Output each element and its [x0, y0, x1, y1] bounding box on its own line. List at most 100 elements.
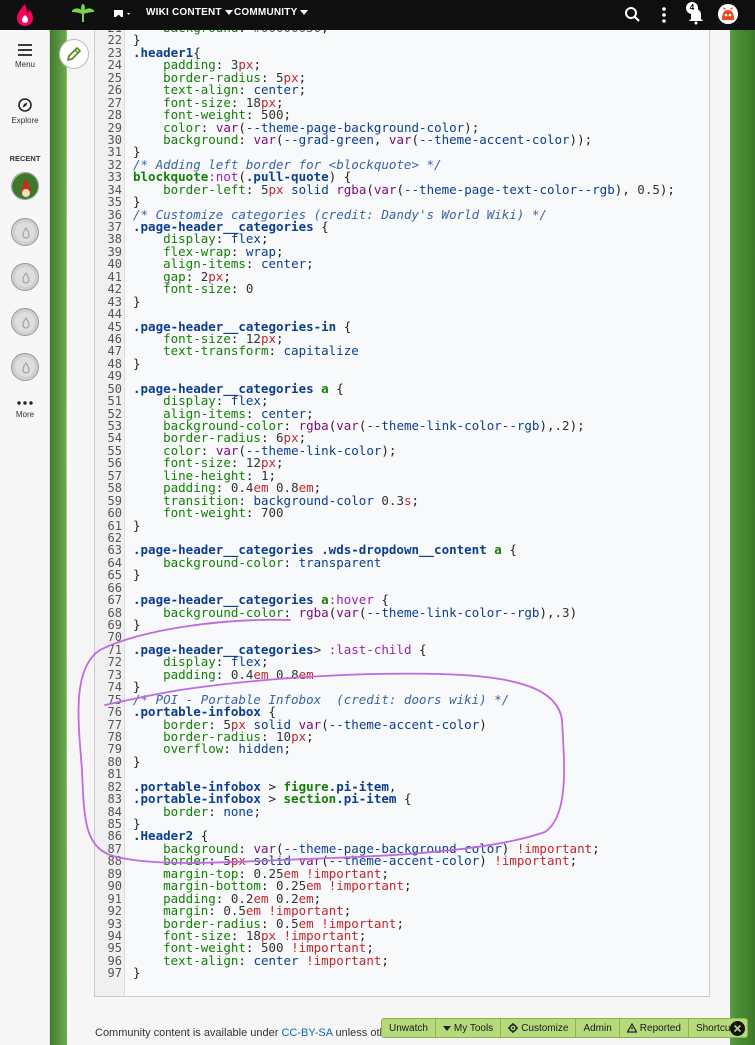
code-text: padding: 0.4em 0.8em [133, 666, 314, 682]
fandom-flame-icon [22, 227, 30, 239]
code-text: text-align: center !important; [133, 952, 389, 968]
recent-wiki-4[interactable] [11, 308, 39, 336]
code-token: ) [569, 604, 578, 620]
code-token: capitalize [283, 343, 359, 359]
code-token: )); [569, 131, 593, 147]
code-token: overflow [163, 741, 224, 757]
line-number: 83 [107, 792, 122, 807]
code-token: 0.4 [230, 666, 254, 682]
code-text: } [133, 755, 141, 768]
code-token: ; [569, 853, 578, 869]
license-link[interactable]: CC-BY-SA [281, 1027, 332, 1039]
sidebar-menu[interactable]: Menu [0, 44, 50, 69]
code-token: center [253, 952, 299, 968]
code-token: transparent [298, 554, 382, 570]
admin-button[interactable]: Admin [576, 1019, 620, 1037]
chevron-down-icon [300, 10, 309, 15]
search-icon[interactable] [623, 5, 643, 25]
code-token: } [133, 965, 141, 981]
code-text: } [133, 965, 141, 981]
chevron-down-icon [224, 10, 233, 15]
code-text: overflow: hidden; [133, 741, 291, 757]
code-token: ; [381, 952, 389, 968]
code-token: ; [298, 82, 307, 98]
nav-community[interactable]: COMMUNITY [234, 7, 309, 18]
admin-label: Admin [583, 1022, 612, 1034]
recent-wiki-2[interactable] [11, 218, 39, 246]
code-token: { [396, 791, 412, 807]
code-line: 97} [95, 965, 695, 981]
fandom-flame-icon [22, 317, 30, 329]
warning-triangle-icon [626, 1023, 637, 1033]
code-token: : [245, 505, 261, 521]
code-token: ), [539, 418, 555, 433]
recent-wiki-5[interactable] [11, 353, 39, 381]
code-line: 48} [95, 357, 695, 370]
my-tools-button[interactable]: My Tools [436, 1019, 502, 1037]
customize-button[interactable]: Customize [501, 1019, 577, 1037]
code-token: .3 [554, 604, 570, 620]
fandom-logo-icon[interactable] [12, 2, 38, 28]
line-number: 81 [107, 767, 122, 782]
code-text: } [133, 618, 141, 631]
unwatch-button[interactable]: Unwatch [382, 1019, 436, 1037]
sidebar-more[interactable]: More [0, 400, 50, 419]
code-line: 96 text-align: center !important; [95, 952, 695, 968]
line-number: 88 [107, 854, 122, 869]
games-dropdown-icon[interactable] [112, 7, 134, 21]
line-number: 49 [107, 369, 122, 384]
pencil-icon [67, 47, 81, 61]
code-token: { [501, 542, 517, 558]
code-token: .pi-item [336, 791, 397, 807]
admin-toolbar: Unwatch My Tools Customize Admin Reporte… [381, 1018, 748, 1038]
user-avatar[interactable] [718, 4, 738, 24]
sidebar-recent-heading: RECENT [9, 154, 41, 163]
customize-label: Customize [521, 1022, 569, 1034]
code-token: text-align [163, 952, 239, 968]
sidebar-more-label: More [15, 410, 35, 419]
code-token: section [283, 791, 337, 807]
toolbar-close-button[interactable] [730, 1021, 745, 1036]
nav-wiki-content[interactable]: WIKI CONTENT [146, 7, 233, 18]
code-token: background [163, 131, 239, 147]
code-token: ) [479, 716, 487, 732]
edit-button[interactable] [59, 39, 89, 69]
global-navigation: WIKI CONTENT COMMUNITY 4 [0, 0, 755, 30]
code-token: var [373, 181, 397, 197]
code-token: s [403, 492, 412, 508]
reported-button[interactable]: Reported [620, 1019, 689, 1037]
code-token: hidden [238, 741, 284, 757]
code-token: var [253, 131, 277, 147]
nav-wiki-content-label: WIKI CONTENT [146, 7, 222, 18]
code-token: 0.8 [276, 666, 299, 682]
code-token: 0.3 [381, 492, 404, 508]
code-token: :last-child [328, 641, 412, 657]
code-text: text-transform: capitalize [133, 343, 359, 359]
recent-wiki-3[interactable] [11, 263, 39, 291]
code-token: ( [276, 131, 284, 147]
code-token: !important [306, 952, 382, 968]
gear-icon [508, 1023, 519, 1033]
css-code-viewer[interactable]: 21 background: #00000050;22}23.header1{2… [94, 30, 710, 997]
wiki-logo-icon[interactable] [72, 4, 94, 24]
more-options-icon[interactable] [654, 5, 674, 25]
line-number: 44 [107, 307, 122, 322]
code-token: : [230, 281, 246, 297]
code-token: text-transform [163, 343, 269, 359]
code-token: : [238, 952, 254, 968]
code-line: 61} [95, 519, 695, 532]
line-number: 31 [107, 145, 122, 160]
code-token: a [494, 542, 502, 558]
code-token: var [388, 131, 412, 147]
code-text: border: none; [133, 805, 261, 818]
code-token: ), [539, 604, 555, 620]
code-token: ; [306, 728, 314, 744]
code-token: --theme-page-text-color--rgb [404, 181, 615, 197]
code-token: !important [494, 853, 570, 869]
line-number: 74 [107, 680, 122, 695]
my-tools-label: My Tools [453, 1022, 494, 1034]
code-token: ) [479, 853, 495, 869]
sidebar-explore[interactable]: Explore [0, 98, 50, 125]
recent-wiki-current[interactable] [11, 172, 39, 200]
